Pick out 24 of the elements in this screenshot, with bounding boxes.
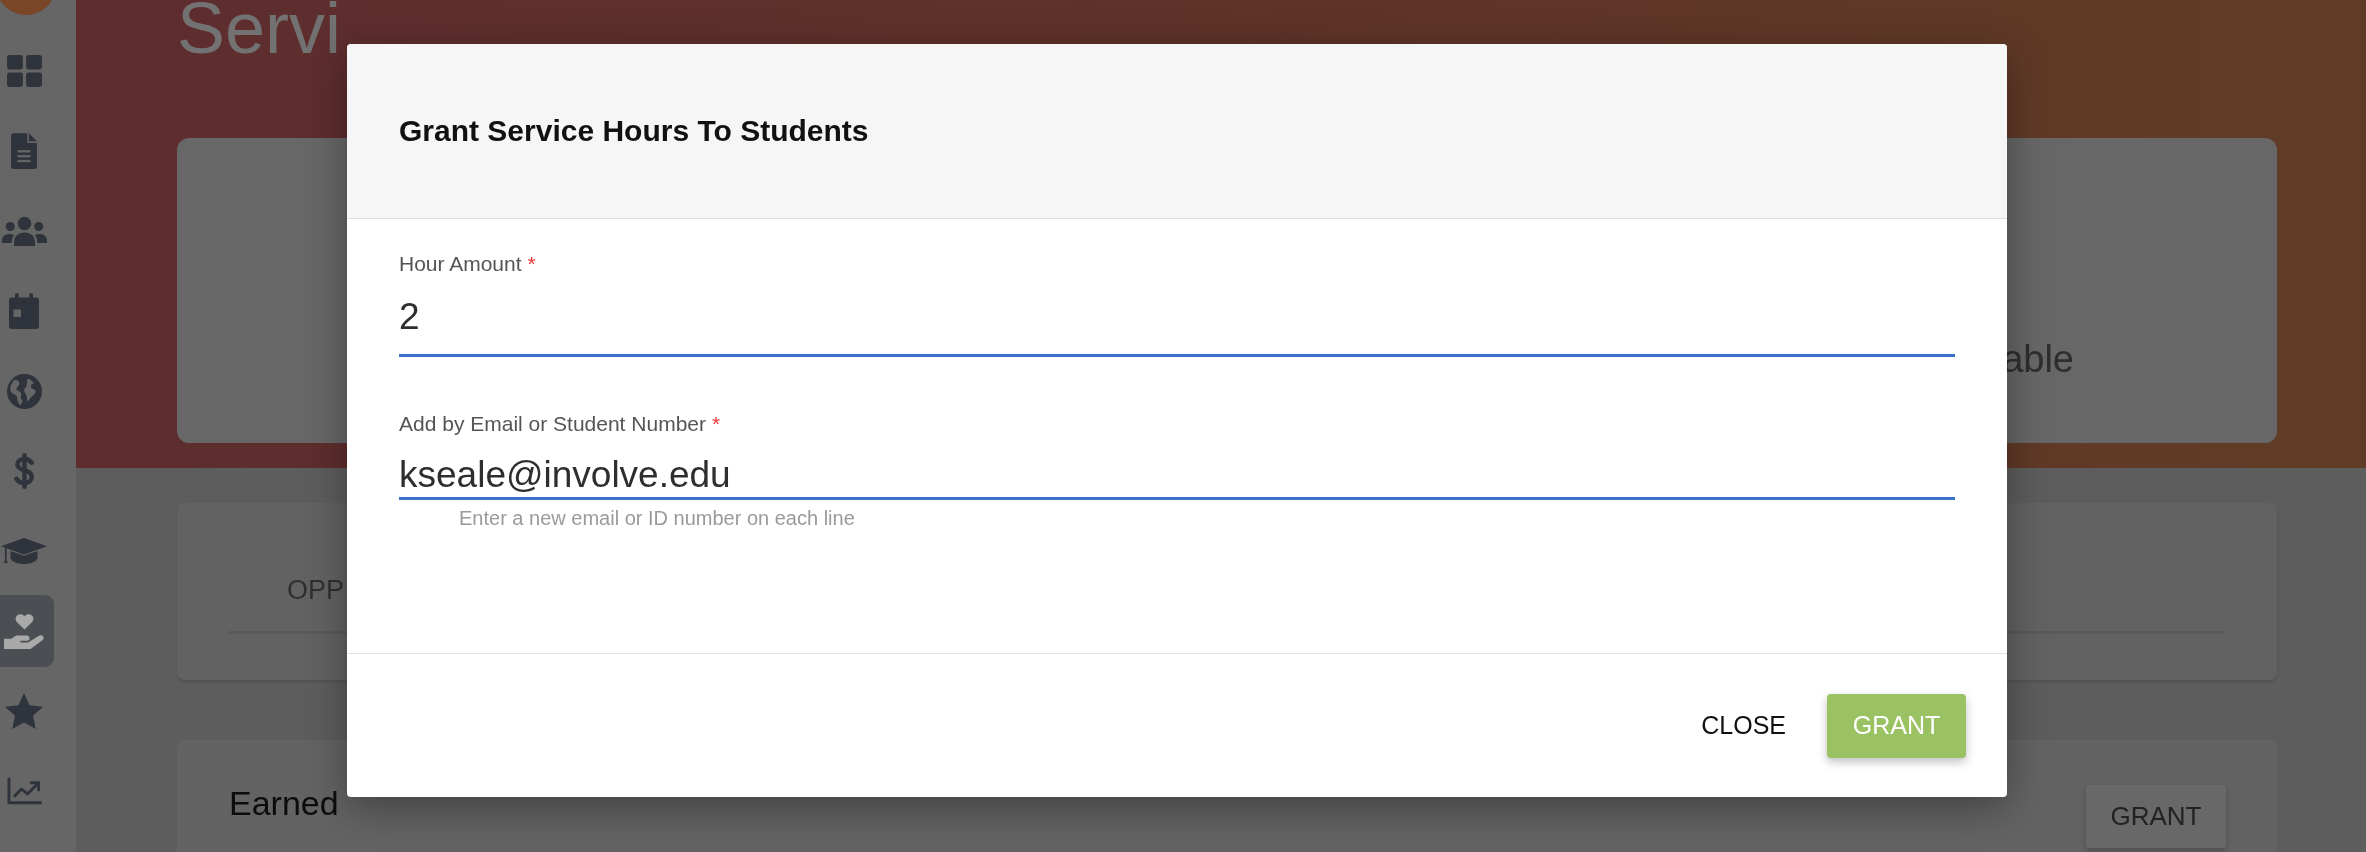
required-asterisk: * [712,412,721,436]
grid-icon [6,55,42,87]
text-area-field[interactable]: kseale@involve.edu [399,440,1955,500]
calendar-icon [9,293,39,329]
hand-heart-icon [3,612,45,650]
field-label: Hour Amount [399,252,522,276]
close-button[interactable]: CLOSE [1681,693,1806,758]
graduation-cap-icon [1,537,47,565]
users-icon [1,216,47,246]
line-chart-icon [6,777,42,805]
required-asterisk: * [527,252,536,276]
sidebar-item[interactable] [0,595,54,667]
avatar[interactable] [0,0,52,15]
summary-text: able [2002,337,2074,382]
page-title: Servi [177,0,342,56]
section-title: Earned [229,783,339,823]
star-icon [5,692,43,730]
dollar-icon [13,453,35,489]
globe-icon [6,373,42,409]
document-icon [11,133,37,169]
field-label: Add by Email or Student Number [399,412,706,436]
dialog-title: Grant Service Hours To Students [399,114,869,148]
field-hint: Enter a new email or ID number on each line [458,506,855,530]
input-field[interactable]: 2 [399,280,1955,357]
